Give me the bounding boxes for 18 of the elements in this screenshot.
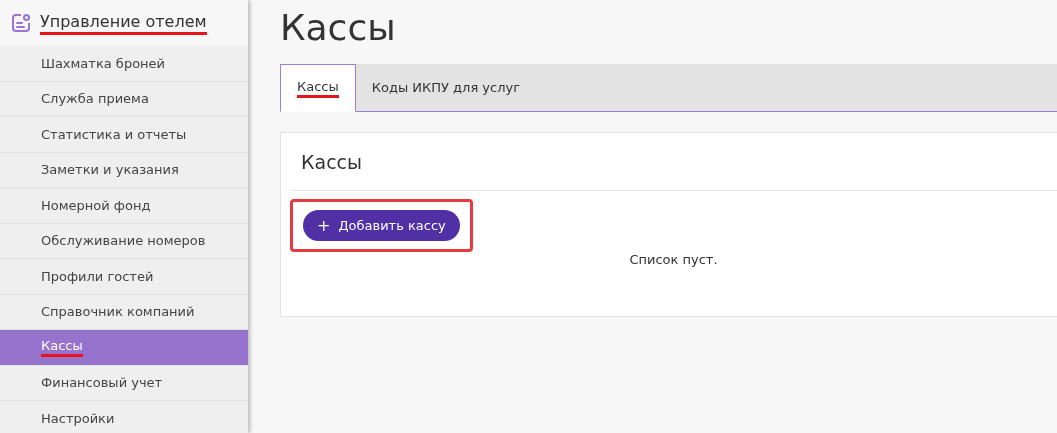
tab[interactable]: Кассы [280, 64, 356, 112]
empty-message: Список пуст. [629, 252, 718, 267]
sidebar-item[interactable]: Финансовый учет [0, 365, 248, 401]
document-icon [11, 13, 31, 33]
tab[interactable]: Коды ИКПУ для услуг [355, 64, 537, 111]
sidebar-item[interactable]: Заметки и указания [0, 152, 248, 188]
sidebar-item[interactable]: Кассы [0, 330, 248, 366]
page-title: Кассы [280, 8, 397, 48]
sidebar-item[interactable]: Шахматка броней [0, 46, 248, 82]
sidebar-item[interactable]: Настройки [0, 401, 248, 433]
add-button[interactable]: + Добавить кассу [303, 210, 460, 241]
sidebar-item[interactable]: Номерной фонд [0, 188, 248, 224]
sidebar-item[interactable]: Профили гостей [0, 259, 248, 295]
sidebar-item[interactable]: Служба приема [0, 81, 248, 117]
plus-icon: + [317, 216, 331, 235]
panel-title: Кассы [301, 150, 363, 173]
sidebar-item[interactable]: Обслуживание номеров [0, 223, 248, 259]
sidebar-item[interactable]: Статистика и отчеты [0, 117, 248, 153]
